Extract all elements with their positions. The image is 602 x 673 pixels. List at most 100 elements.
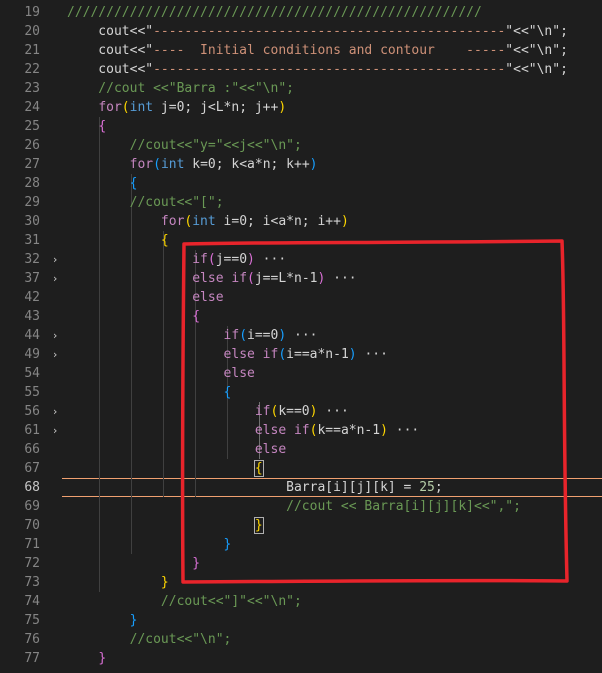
code-text[interactable]: else (67, 440, 286, 459)
code-text[interactable]: //cout<<"]"<<"\n"; (67, 592, 302, 611)
fold-chevron-icon[interactable]: › (50, 250, 60, 269)
line-number: 70 (24, 518, 40, 533)
code-line[interactable]: 76 //cout<<"\n"; (0, 630, 602, 649)
code-text[interactable]: for(int k=0; k<a*n; k++) (67, 155, 318, 174)
code-token: { (98, 119, 107, 134)
code-text[interactable]: ////////////////////////////////////////… (67, 3, 482, 22)
code-line[interactable]: 25 { (0, 117, 602, 136)
code-text[interactable]: else if(i==a*n-1) ··· (67, 345, 388, 364)
folded-region-ellipsis[interactable]: ··· (388, 423, 420, 438)
code-line[interactable]: 74 //cout<<"]"<<"\n"; (0, 592, 602, 611)
code-line[interactable]: 69 //cout << Barra[i][j][k]<<","; (0, 497, 602, 516)
line-number: 68 (24, 480, 40, 495)
code-token: ( (278, 347, 287, 362)
code-text[interactable]: } (67, 535, 232, 554)
code-text[interactable]: else (67, 288, 223, 307)
code-text[interactable]: else if(j==L*n-1) ··· (67, 269, 357, 288)
code-text[interactable]: } (67, 649, 106, 668)
code-text[interactable]: } (67, 554, 200, 573)
code-line[interactable]: 20 cout<<"------------------------------… (0, 22, 602, 41)
fold-chevron-icon[interactable]: › (50, 402, 60, 421)
code-text[interactable]: if(j==0) ··· (67, 250, 286, 269)
code-token: ( (207, 252, 216, 267)
code-text[interactable]: { (67, 307, 200, 326)
code-text[interactable]: { (67, 174, 138, 193)
code-line[interactable]: 67 { (0, 459, 602, 478)
code-line[interactable]: 75 } (0, 611, 602, 630)
code-text[interactable]: } (67, 611, 138, 630)
code-text[interactable]: if(k==0) ··· (67, 402, 349, 421)
code-text[interactable]: { (67, 383, 232, 402)
line-number: 75 (24, 613, 40, 628)
code-text[interactable]: } (67, 573, 169, 592)
code-text[interactable]: if(i==0) ··· (67, 326, 318, 345)
code-line[interactable]: 77 } (0, 649, 602, 668)
code-text[interactable]: //cout<<"\n"; (67, 630, 232, 649)
code-text[interactable]: else (67, 364, 255, 383)
code-line[interactable]: 61 › else if(k==a*n-1) ··· (0, 421, 602, 440)
code-text[interactable]: cout<<"---- Initial conditions and conto… (67, 41, 568, 60)
code-text[interactable]: for(int i=0; i<a*n; i++) (67, 212, 349, 231)
code-line[interactable]: 37 › else if(j==L*n-1) ··· (0, 269, 602, 288)
code-line[interactable]: 71 } (0, 535, 602, 554)
code-line[interactable]: 22 cout<<"------------------------------… (0, 60, 602, 79)
code-line[interactable]: 72 } (0, 554, 602, 573)
code-line[interactable]: 19 //////////////////////////////////////… (0, 3, 602, 22)
code-line[interactable]: 56 › if(k==0) ··· (0, 402, 602, 421)
code-line[interactable]: 27 for(int k=0; k<a*n; k++) (0, 155, 602, 174)
code-text[interactable]: for(int j=0; j<L*n; j++) (67, 98, 286, 117)
code-text[interactable]: //cout<<"["; (67, 193, 224, 212)
code-token: { (129, 176, 138, 191)
folded-region-ellipsis[interactable]: ··· (317, 404, 349, 419)
code-line[interactable]: 43 { (0, 307, 602, 326)
fold-chevron-icon[interactable]: › (50, 345, 60, 364)
code-text[interactable]: cout<<"---------------------------------… (67, 22, 568, 41)
fold-chevron-icon[interactable]: › (50, 269, 60, 288)
code-line[interactable]: 28 { (0, 174, 602, 193)
fold-chevron-icon[interactable]: › (50, 421, 60, 440)
code-text[interactable]: { (67, 459, 264, 478)
matched-bracket: { (253, 460, 264, 477)
code-token: //cout<<"y="<<j<<"\n"; (67, 138, 302, 153)
code-text[interactable]: cout<<"---------------------------------… (67, 60, 568, 79)
code-line[interactable]: 21 cout<<"---- Initial conditions and co… (0, 41, 602, 60)
code-line[interactable]: 68 Barra[i][j][k] = 25; (0, 478, 602, 497)
folded-region-ellipsis[interactable]: ··· (255, 252, 287, 267)
code-text[interactable]: { (67, 231, 169, 250)
fold-chevron-icon[interactable]: › (50, 326, 60, 345)
code-text[interactable]: //cout << Barra[i][j][k]<<","; (67, 497, 521, 516)
code-line[interactable]: 24 for(int j=0; j<L*n; j++) (0, 98, 602, 117)
code-line[interactable]: 49 › else if(i==a*n-1) ··· (0, 345, 602, 364)
code-line[interactable]: 32 › if(j==0) ··· (0, 250, 602, 269)
code-text[interactable]: //cout<<"y="<<j<<"\n"; (67, 136, 302, 155)
folded-region-ellipsis[interactable]: ··· (357, 347, 388, 362)
code-text[interactable]: Barra[i][j][k] = 25; (67, 478, 443, 497)
code-line[interactable]: 42 else (0, 288, 602, 307)
code-text[interactable]: } (67, 516, 264, 535)
code-line[interactable]: 73 } (0, 573, 602, 592)
code-token: { (192, 309, 201, 324)
folded-region-ellipsis[interactable]: ··· (286, 328, 318, 343)
code-line[interactable]: 26 //cout<<"y="<<j<<"\n"; (0, 136, 602, 155)
code-token: for (160, 214, 185, 229)
code-token: ) (278, 100, 287, 115)
code-text[interactable]: else if(k==a*n-1) ··· (67, 421, 419, 440)
code-line[interactable]: 66 else (0, 440, 602, 459)
code-line[interactable]: 70 } (0, 516, 602, 535)
code-editor[interactable]: 19 //////////////////////////////////////… (0, 0, 602, 673)
code-line[interactable]: 31 { (0, 231, 602, 250)
code-line[interactable]: 30 for(int i=0; i<a*n; i++) (0, 212, 602, 231)
code-line[interactable]: 29 //cout<<"["; (0, 193, 602, 212)
code-line[interactable]: 44 › if(i==0) ··· (0, 326, 602, 345)
code-line[interactable]: 55 { (0, 383, 602, 402)
code-text[interactable]: //cout <<"Barra :"<<"\n"; (67, 79, 294, 98)
code-text[interactable]: { (67, 117, 106, 136)
folded-region-ellipsis[interactable]: ··· (325, 271, 357, 286)
code-line[interactable]: 23 //cout <<"Barra :"<<"\n"; (0, 79, 602, 98)
code-line[interactable]: 54 else (0, 364, 602, 383)
